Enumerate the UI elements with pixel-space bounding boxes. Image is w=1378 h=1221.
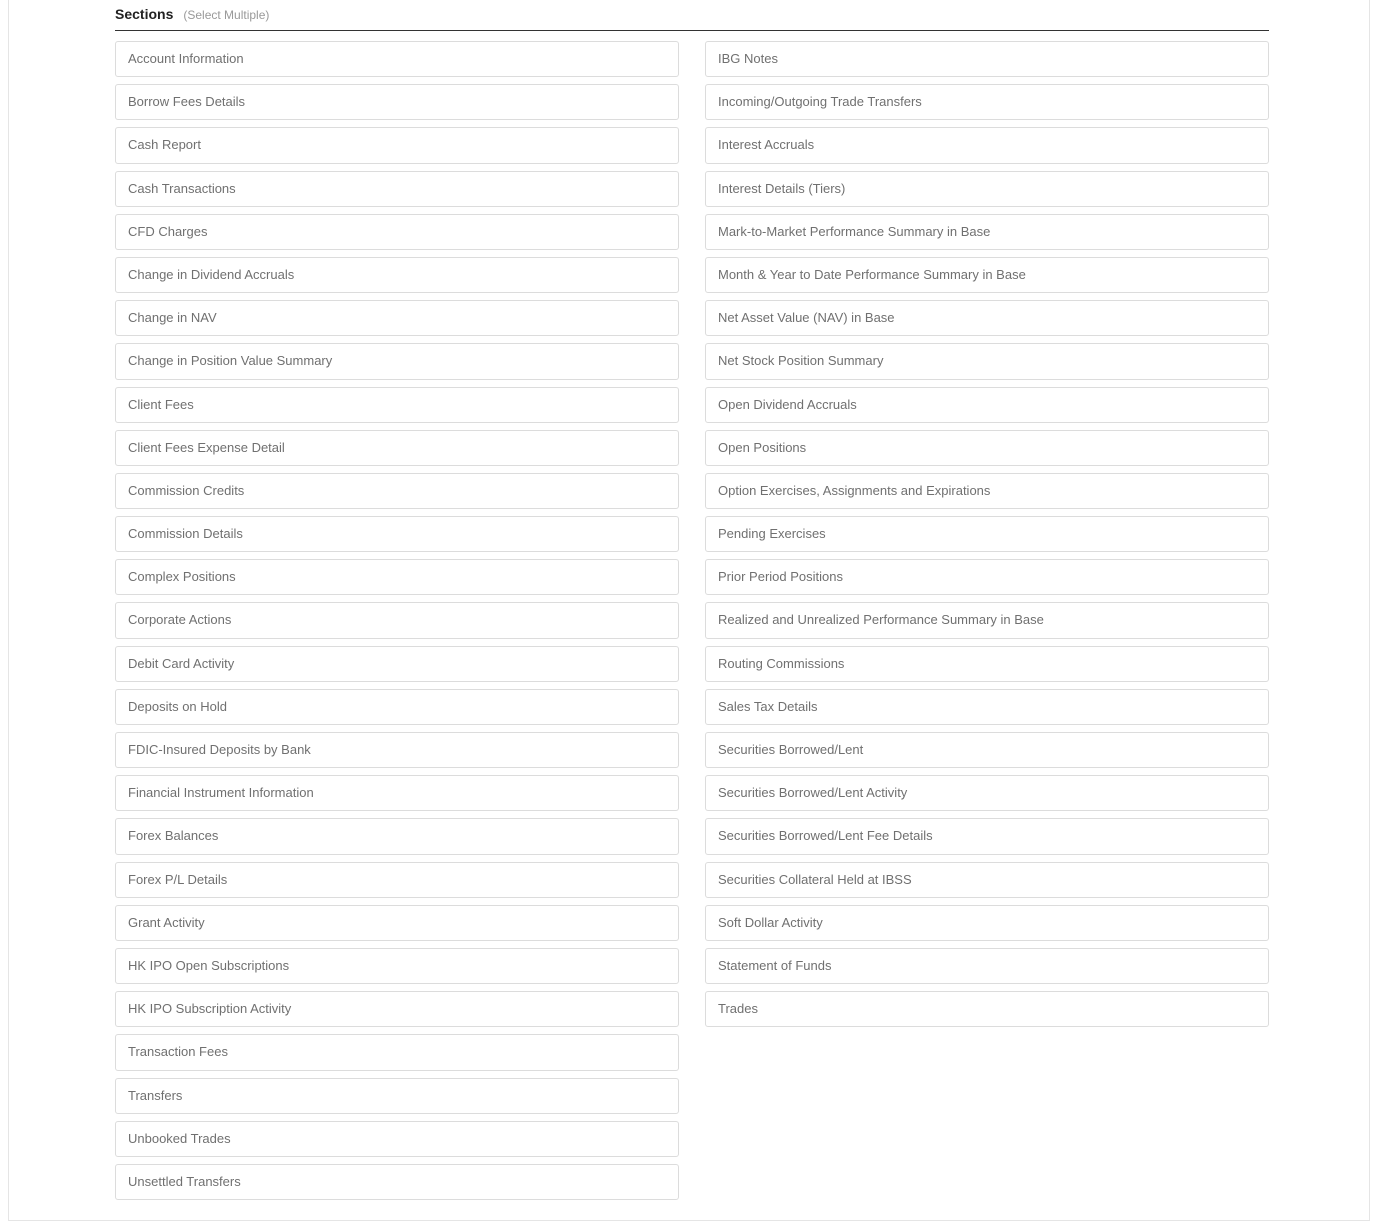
section-option-ibg-notes[interactable]: IBG Notes [705,41,1269,77]
section-option-net-stock-position-summary[interactable]: Net Stock Position Summary [705,343,1269,379]
section-option-interest-details-tiers[interactable]: Interest Details (Tiers) [705,171,1269,207]
section-option-option-exercises-assignments-and-expirations[interactable]: Option Exercises, Assignments and Expira… [705,473,1269,509]
section-option-debit-card-activity[interactable]: Debit Card Activity [115,646,679,682]
section-option-realized-and-unrealized-performance-summary-in-base[interactable]: Realized and Unrealized Performance Summ… [705,602,1269,638]
section-option-securities-borrowed-lent-fee-details[interactable]: Securities Borrowed/Lent Fee Details [705,818,1269,854]
section-option-cash-report[interactable]: Cash Report [115,127,679,163]
section-option-open-positions[interactable]: Open Positions [705,430,1269,466]
section-option-client-fees[interactable]: Client Fees [115,387,679,423]
section-option-commission-details[interactable]: Commission Details [115,516,679,552]
sections-wrapper: Sections (Select Multiple) Account Infor… [9,0,1369,1200]
sections-hint: (Select Multiple) [183,8,269,22]
section-option-interest-accruals[interactable]: Interest Accruals [705,127,1269,163]
sections-columns: Account Information Borrow Fees Details Ca… [115,41,1269,1200]
section-option-transfers[interactable]: Transfers [115,1078,679,1114]
section-option-month-year-to-date-performance-summary-in-base[interactable]: Month & Year to Date Performance Summary… [705,257,1269,293]
section-option-change-in-nav[interactable]: Change in NAV [115,300,679,336]
section-option-financial-instrument-information[interactable]: Financial Instrument Information [115,775,679,811]
sections-title: Sections [115,6,173,22]
section-option-account-information[interactable]: Account Information [115,41,679,77]
sections-column-left: Account Information Borrow Fees Details Ca… [115,41,679,1200]
section-option-hk-ipo-open-subscriptions[interactable]: HK IPO Open Subscriptions [115,948,679,984]
section-option-cfd-charges[interactable]: CFD Charges [115,214,679,250]
section-option-mark-to-market-performance-summary-in-base[interactable]: Mark-to-Market Performance Summary in Ba… [705,214,1269,250]
section-option-deposits-on-hold[interactable]: Deposits on Hold [115,689,679,725]
section-option-sales-tax-details[interactable]: Sales Tax Details [705,689,1269,725]
section-option-forex-p-l-details[interactable]: Forex P/L Details [115,862,679,898]
section-option-unsettled-transfers[interactable]: Unsettled Transfers [115,1164,679,1200]
section-option-unbooked-trades[interactable]: Unbooked Trades [115,1121,679,1157]
section-option-open-dividend-accruals[interactable]: Open Dividend Accruals [705,387,1269,423]
section-option-forex-balances[interactable]: Forex Balances [115,818,679,854]
section-option-grant-activity[interactable]: Grant Activity [115,905,679,941]
sections-header: Sections (Select Multiple) [115,0,1269,31]
section-option-client-fees-expense-detail[interactable]: Client Fees Expense Detail [115,430,679,466]
section-option-securities-borrowed-lent-activity[interactable]: Securities Borrowed/Lent Activity [705,775,1269,811]
section-option-borrow-fees-details[interactable]: Borrow Fees Details [115,84,679,120]
section-option-routing-commissions[interactable]: Routing Commissions [705,646,1269,682]
section-option-pending-exercises[interactable]: Pending Exercises [705,516,1269,552]
section-option-cash-transactions[interactable]: Cash Transactions [115,171,679,207]
sections-panel: Sections (Select Multiple) Account Infor… [8,0,1370,1221]
section-option-securities-borrowed-lent[interactable]: Securities Borrowed/Lent [705,732,1269,768]
section-option-net-asset-value-nav-in-base[interactable]: Net Asset Value (NAV) in Base [705,300,1269,336]
section-option-change-in-dividend-accruals[interactable]: Change in Dividend Accruals [115,257,679,293]
section-option-complex-positions[interactable]: Complex Positions [115,559,679,595]
section-option-statement-of-funds[interactable]: Statement of Funds [705,948,1269,984]
section-option-hk-ipo-subscription-activity[interactable]: HK IPO Subscription Activity [115,991,679,1027]
section-option-fdic-insured-deposits-by-bank[interactable]: FDIC-Insured Deposits by Bank [115,732,679,768]
section-option-securities-collateral-held-at-ibss[interactable]: Securities Collateral Held at IBSS [705,862,1269,898]
section-option-soft-dollar-activity[interactable]: Soft Dollar Activity [705,905,1269,941]
section-option-corporate-actions[interactable]: Corporate Actions [115,602,679,638]
section-option-incoming-outgoing-trade-transfers[interactable]: Incoming/Outgoing Trade Transfers [705,84,1269,120]
section-option-transaction-fees[interactable]: Transaction Fees [115,1034,679,1070]
section-option-commission-credits[interactable]: Commission Credits [115,473,679,509]
section-option-change-in-position-value-summary[interactable]: Change in Position Value Summary [115,343,679,379]
section-option-prior-period-positions[interactable]: Prior Period Positions [705,559,1269,595]
sections-column-right: IBG Notes Incoming/Outgoing Trade Transfe… [705,41,1269,1200]
section-option-trades[interactable]: Trades [705,991,1269,1027]
